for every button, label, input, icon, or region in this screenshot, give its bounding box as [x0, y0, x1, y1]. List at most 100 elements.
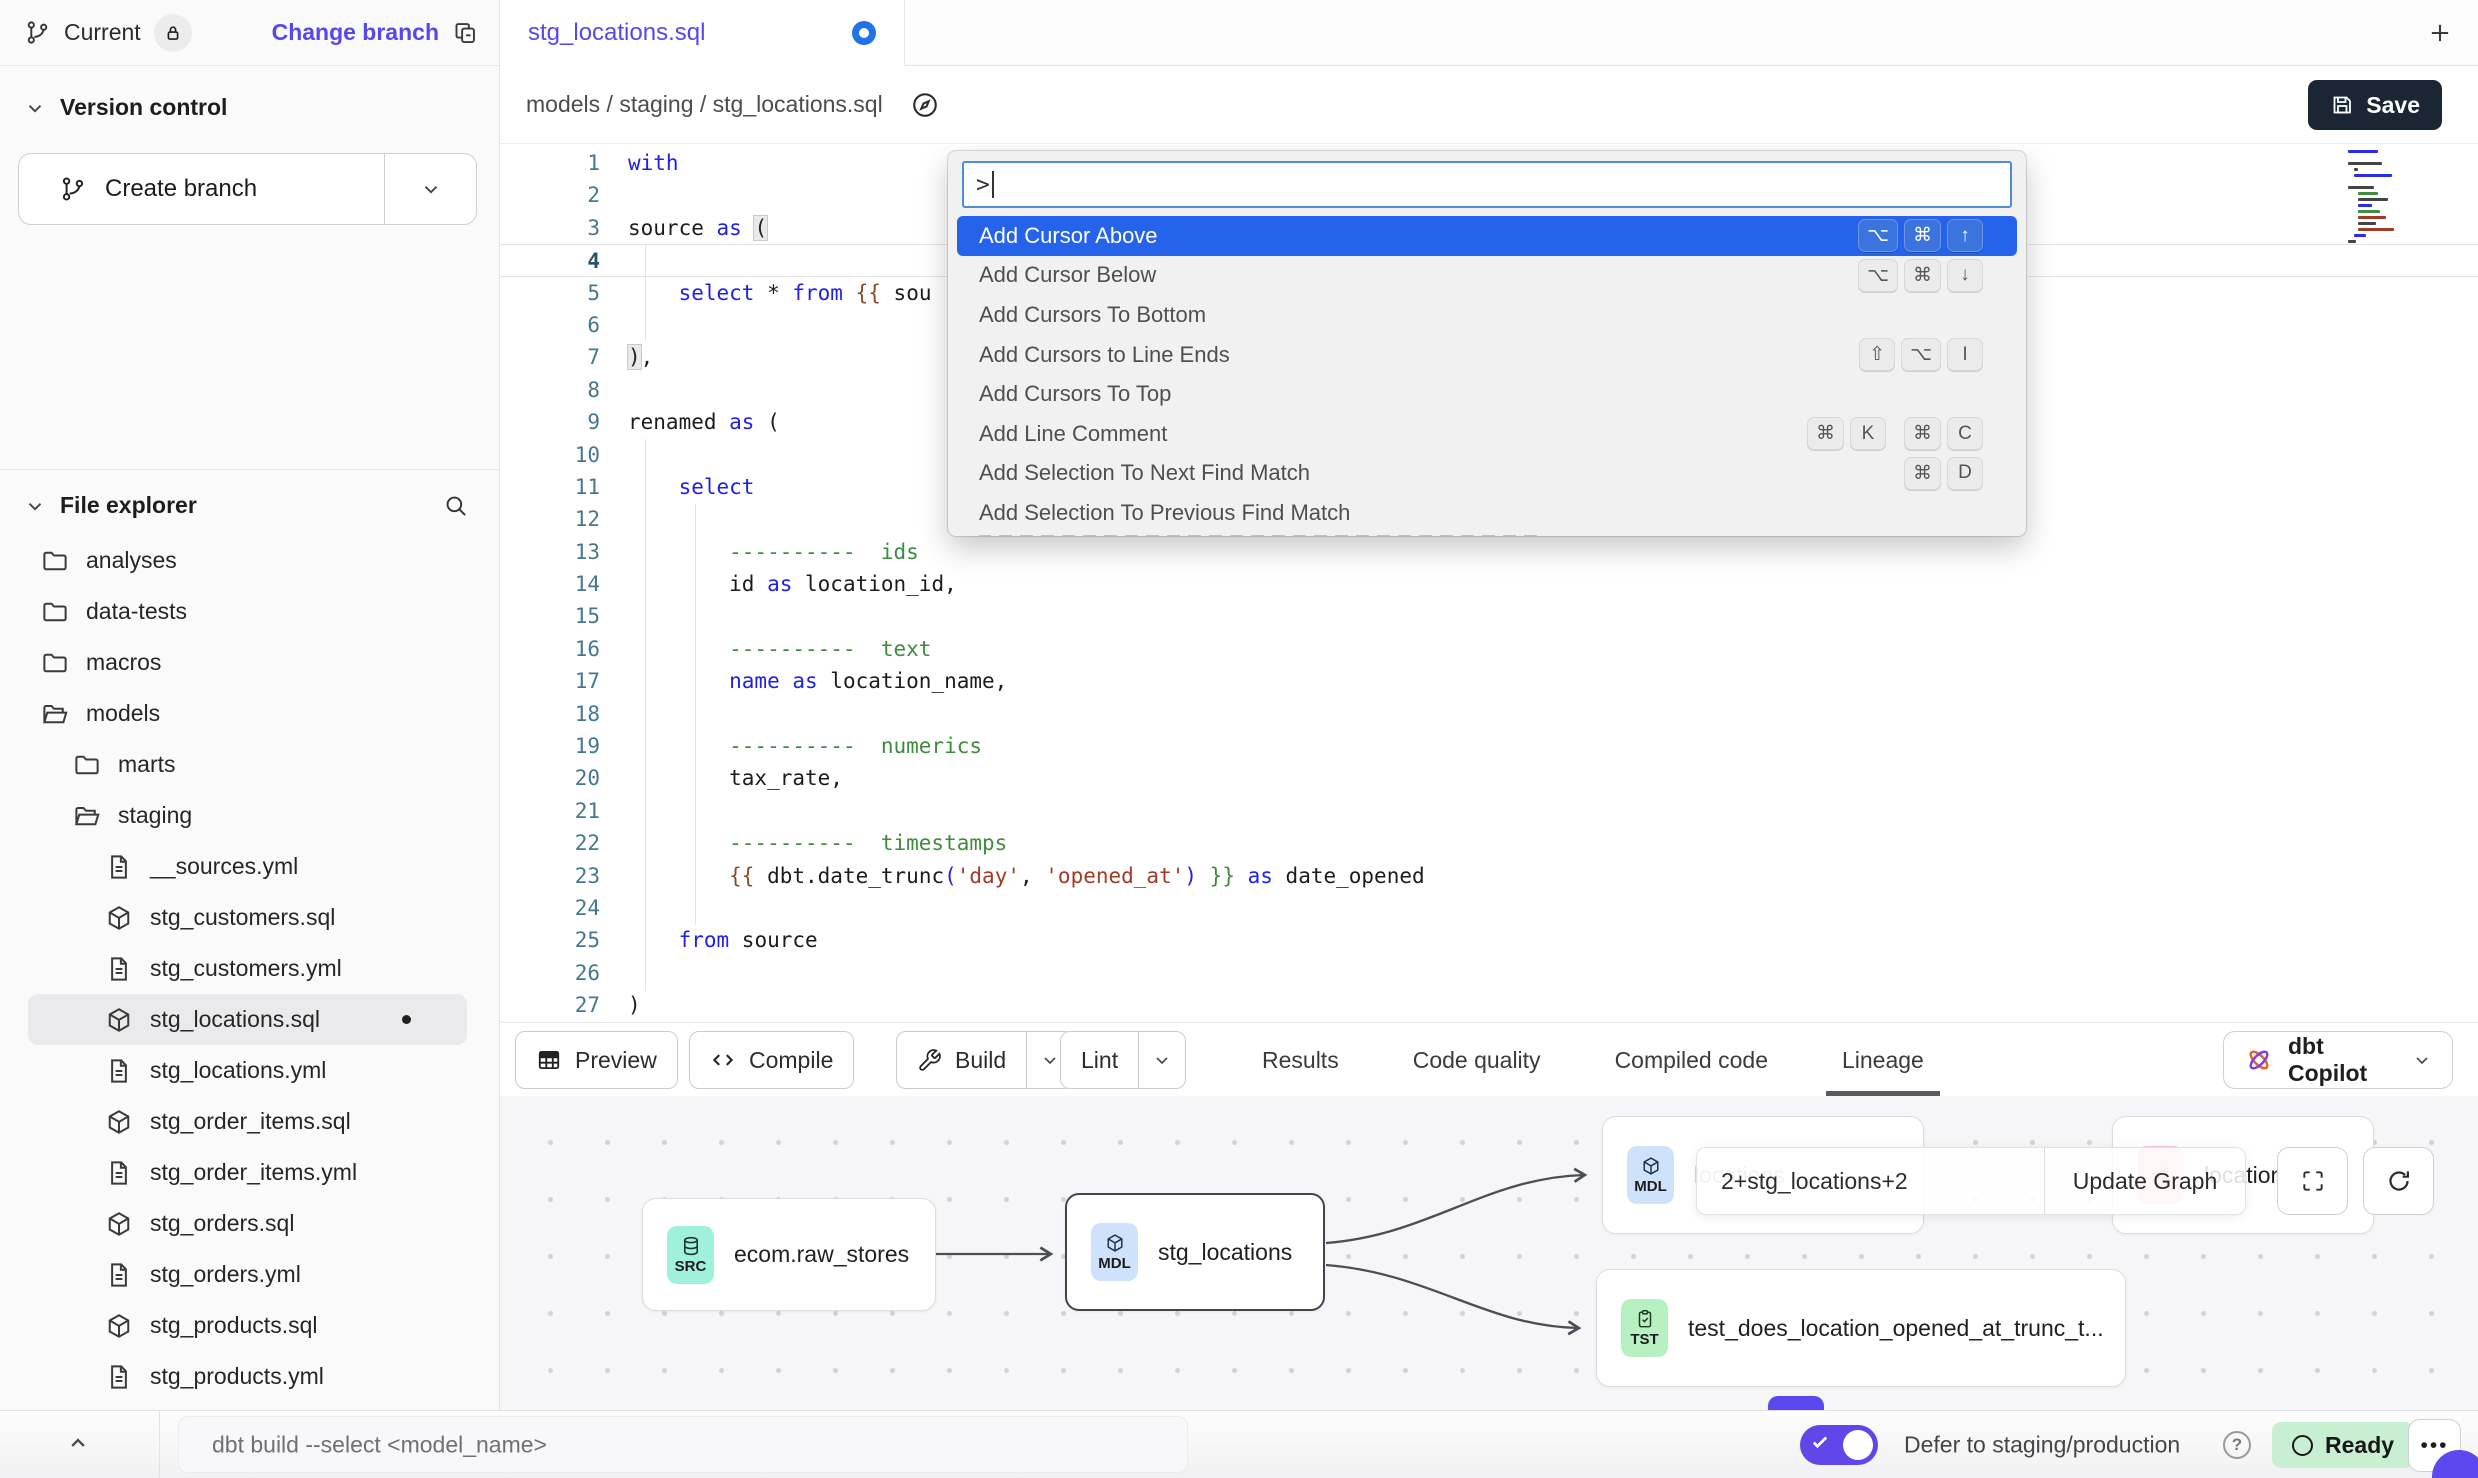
- keycap: ⌥: [1901, 338, 1941, 371]
- save-label: Save: [2366, 92, 2420, 119]
- folder-icon: [40, 597, 70, 627]
- file-item-stg_products.yml[interactable]: stg_products.yml: [28, 1351, 467, 1402]
- file-icon: [104, 1362, 134, 1392]
- build-button[interactable]: Build: [896, 1031, 1074, 1089]
- create-branch-label: Create branch: [105, 175, 257, 203]
- palette-item[interactable]: Add Cursors To Bottom: [957, 295, 2017, 335]
- palette-item[interactable]: Add Cursor Above⌥⌘↑: [957, 216, 2017, 256]
- file-tree: analysesdata-testsmacrosmodelsmartsstagi…: [0, 535, 499, 1402]
- update-graph-button[interactable]: Update Graph: [2045, 1168, 2245, 1195]
- file-item-stg_order_items.yml[interactable]: stg_order_items.yml: [28, 1147, 467, 1198]
- code-line-13[interactable]: 13 ---------- ids: [500, 536, 2478, 568]
- status-ring-icon: [2292, 1435, 2313, 1456]
- copilot-label: dbt Copilot: [2288, 1033, 2398, 1087]
- preview-button[interactable]: Preview: [515, 1031, 678, 1089]
- command-palette-input[interactable]: >: [962, 161, 2012, 208]
- palette-item[interactable]: Add Cursors to Line Ends⇧⌥I: [957, 335, 2017, 375]
- file-item-stg_products.sql[interactable]: stg_products.sql: [28, 1300, 467, 1351]
- floating-button-partial[interactable]: [1768, 1396, 1824, 1410]
- refresh-button[interactable]: [2363, 1147, 2434, 1215]
- save-button[interactable]: Save: [2308, 80, 2442, 130]
- node-label: stg_locations: [1158, 1239, 1292, 1266]
- palette-item-label: Add Cursors To Top: [979, 381, 1171, 407]
- code-line-18[interactable]: 18: [500, 698, 2478, 730]
- lineage-node-source[interactable]: SRC ecom.raw_stores: [642, 1198, 936, 1311]
- lineage-node-stg-locations[interactable]: MDL stg_locations: [1065, 1193, 1325, 1311]
- code-line-20[interactable]: 20 tax_rate,: [500, 762, 2478, 794]
- file-item-stg_customers.sql[interactable]: stg_customers.sql: [28, 892, 467, 943]
- palette-item[interactable]: Add Cursor Below⌥⌘↓: [957, 256, 2017, 296]
- tab-results[interactable]: Results: [1262, 1047, 1339, 1074]
- line-number: 14: [500, 568, 600, 600]
- code-line-19[interactable]: 19 ---------- numerics: [500, 730, 2478, 762]
- lineage-selector-input[interactable]: 2+stg_locations+2: [1697, 1168, 2044, 1195]
- shortcut-keys: ⌥⌘↑: [1858, 219, 1983, 252]
- toggle-knob: [1843, 1430, 1873, 1460]
- chevron-down-icon: [1152, 1050, 1172, 1070]
- expand-panel-chevron[interactable]: [64, 1429, 92, 1457]
- lineage-panel[interactable]: SRC ecom.raw_stores MDL stg_locations MD…: [500, 1096, 2478, 1410]
- file-item-staging[interactable]: staging: [28, 790, 467, 841]
- tab-compiled-code[interactable]: Compiled code: [1615, 1047, 1768, 1074]
- file-item-stg_order_items.sql[interactable]: stg_order_items.sql: [28, 1096, 467, 1147]
- defer-toggle[interactable]: [1800, 1425, 1878, 1465]
- code-line-17[interactable]: 17 name as location_name,: [500, 665, 2478, 697]
- file-item-models[interactable]: models: [28, 688, 467, 739]
- file-explorer-header[interactable]: File explorer: [0, 470, 499, 529]
- file-item-data-tests[interactable]: data-tests: [28, 586, 467, 637]
- lock-icon: [162, 22, 184, 44]
- file-item-stg_orders.yml[interactable]: stg_orders.yml: [28, 1249, 467, 1300]
- palette-item[interactable]: Add Selection To Next Find Match⌘D: [957, 454, 2017, 494]
- code-line-22[interactable]: 22 ---------- timestamps: [500, 827, 2478, 859]
- search-icon[interactable]: [443, 493, 469, 519]
- code-line-24[interactable]: 24: [500, 892, 2478, 924]
- keycap: ⌘: [1904, 259, 1941, 292]
- palette-item[interactable]: Add Selection To Previous Find Match: [957, 493, 2017, 533]
- minimap[interactable]: [2348, 150, 2404, 243]
- palette-item[interactable]: Add Line Comment⌘K⌘C: [957, 414, 2017, 454]
- ready-status-badge[interactable]: Ready: [2272, 1422, 2414, 1468]
- copy-icon[interactable]: [452, 19, 479, 46]
- lint-dropdown[interactable]: [1138, 1032, 1185, 1088]
- change-branch-link[interactable]: Change branch: [272, 19, 439, 46]
- keycap: D: [1947, 457, 1983, 490]
- new-tab-button[interactable]: [2422, 15, 2458, 51]
- lineage-node-test[interactable]: TST test_does_location_opened_at_trunc_t…: [1596, 1269, 2126, 1387]
- cube-icon: [1104, 1232, 1126, 1254]
- compass-icon[interactable]: [901, 81, 949, 129]
- code-line-25[interactable]: 25 from source: [500, 924, 2478, 956]
- node-label: ecom.raw_stores: [734, 1241, 909, 1268]
- code-line-16[interactable]: 16 ---------- text: [500, 633, 2478, 665]
- keycap: ⌘: [1904, 219, 1941, 252]
- compile-button[interactable]: Compile: [689, 1031, 854, 1089]
- fullscreen-button[interactable]: [2277, 1147, 2348, 1215]
- file-item-stg_orders.sql[interactable]: stg_orders.sql: [28, 1198, 467, 1249]
- code-line-27[interactable]: 27): [500, 989, 2478, 1021]
- file-item-macros[interactable]: macros: [28, 637, 467, 688]
- code-line-23[interactable]: 23 {{ dbt.date_trunc('day', 'opened_at')…: [500, 860, 2478, 892]
- palette-item[interactable]: Add Cursors To Top: [957, 374, 2017, 414]
- create-branch-button[interactable]: Create branch: [18, 153, 477, 225]
- help-icon[interactable]: ?: [2223, 1431, 2251, 1459]
- file-item-stg_customers.yml[interactable]: stg_customers.yml: [28, 943, 467, 994]
- line-number: 27: [500, 989, 600, 1021]
- tab-stg-locations[interactable]: stg_locations.sql: [500, 0, 905, 66]
- lint-button[interactable]: Lint: [1060, 1031, 1186, 1089]
- version-control-header[interactable]: Version control: [18, 94, 477, 121]
- create-branch-dropdown[interactable]: [384, 154, 476, 224]
- code-line-15[interactable]: 15: [500, 600, 2478, 632]
- code-line-26[interactable]: 26: [500, 957, 2478, 989]
- copilot-icon: [2244, 1045, 2274, 1075]
- line-number: 3: [500, 212, 600, 244]
- dbt-copilot-button[interactable]: dbt Copilot: [2223, 1031, 2453, 1089]
- tab-lineage[interactable]: Lineage: [1842, 1047, 1924, 1074]
- file-item-analyses[interactable]: analyses: [28, 535, 467, 586]
- file-item-stg_locations.yml[interactable]: stg_locations.yml: [28, 1045, 467, 1096]
- file-item-stg_locations.sql[interactable]: stg_locations.sql: [28, 994, 467, 1045]
- file-item-__sources.yml[interactable]: __sources.yml: [28, 841, 467, 892]
- code-editor[interactable]: 1with23source as (45 select * from {{ so…: [500, 145, 2478, 1022]
- file-item-marts[interactable]: marts: [28, 739, 467, 790]
- code-line-14[interactable]: 14 id as location_id,: [500, 568, 2478, 600]
- tab-code-quality[interactable]: Code quality: [1413, 1047, 1541, 1074]
- code-line-21[interactable]: 21: [500, 795, 2478, 827]
